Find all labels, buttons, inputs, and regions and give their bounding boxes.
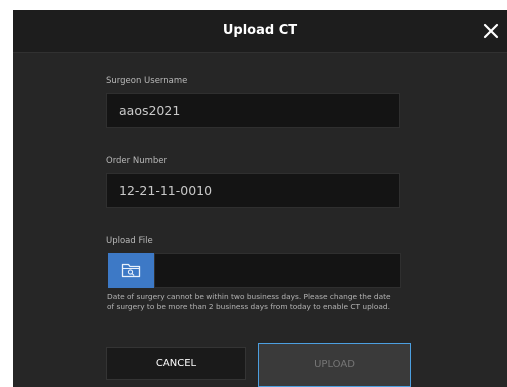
order-number-value: 12-21-11-0010 — [119, 183, 213, 198]
order-number-field[interactable]: 12-21-11-0010 — [106, 173, 400, 208]
surgeon-username-field[interactable]: aaos2021 — [106, 93, 400, 128]
order-number-label: Order Number — [106, 156, 168, 166]
surgeon-username-label: Surgeon Username — [106, 76, 188, 86]
upload-file-label: Upload File — [106, 236, 153, 246]
close-button[interactable] — [481, 21, 501, 41]
upload-file-field[interactable] — [154, 253, 401, 288]
cancel-button[interactable]: CANCEL — [106, 347, 246, 380]
upload-ct-dialog: Upload CT Surgeon Username aaos2021 Orde… — [13, 10, 507, 387]
folder-search-icon — [121, 263, 141, 278]
close-icon — [483, 23, 499, 39]
dialog-header: Upload CT — [13, 10, 507, 53]
surgeon-username-value: aaos2021 — [119, 103, 181, 118]
upload-button[interactable]: UPLOAD — [258, 343, 411, 387]
browse-file-button[interactable] — [108, 253, 154, 288]
dialog-title: Upload CT — [222, 23, 298, 38]
warning-message: Date of surgery cannot be within two bus… — [107, 292, 391, 311]
